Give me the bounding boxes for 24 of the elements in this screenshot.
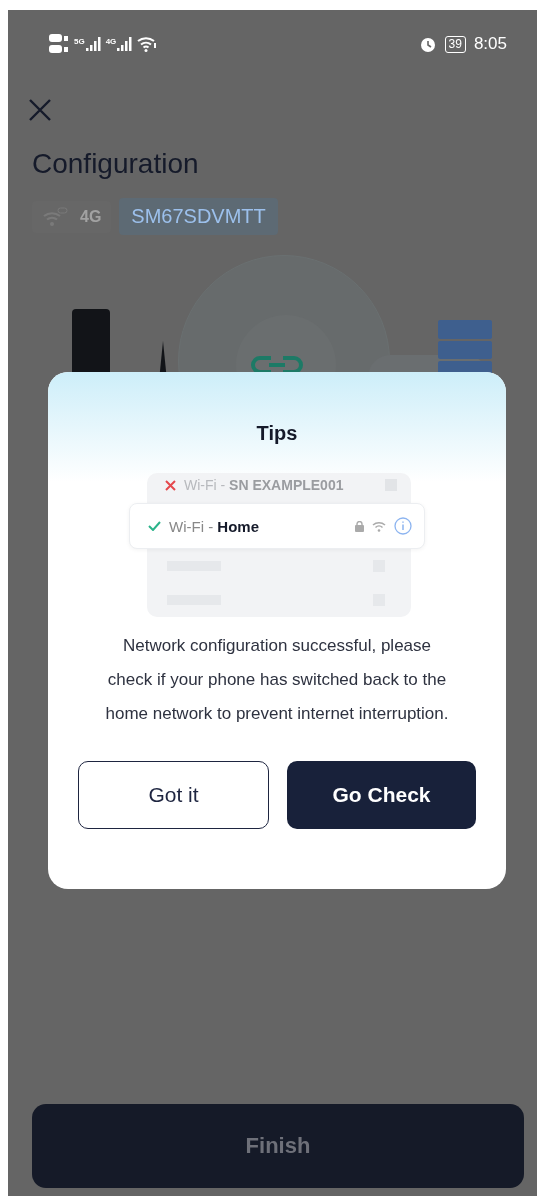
network-type: 4G [105,37,117,46]
page-title: Configuration [32,148,200,180]
info-icon [394,517,412,535]
alarm-icon [418,35,437,53]
battery-level: 39 [444,35,466,53]
signal-icon [117,37,134,51]
device-serial: SM67SDVMTT [119,198,278,235]
go-check-button[interactable]: Go Check [287,761,476,829]
cellular-label: 4G [80,207,102,226]
wifi-icon [137,36,158,52]
signal-icon [85,37,102,51]
wifi-name: Wi-Fi - SN EXAMPLE001 [184,477,345,493]
network-type: 5G [74,37,85,46]
lock-icon [355,520,364,532]
clock-time: 8:05 [473,34,507,54]
dialog-title: Tips [256,422,298,445]
wifi-name: Wi-Fi - Home [169,517,260,535]
cross-icon [165,479,176,491]
dialog-message: Network configuration successful, please check if your phone has switched back to the home network to prevent internet interruption. [104,635,450,725]
check-icon [148,521,161,531]
got-it-button[interactable]: Got it [78,761,269,829]
hd-icon [48,33,70,55]
wifi-icon [372,520,386,532]
close-icon [28,98,52,122]
